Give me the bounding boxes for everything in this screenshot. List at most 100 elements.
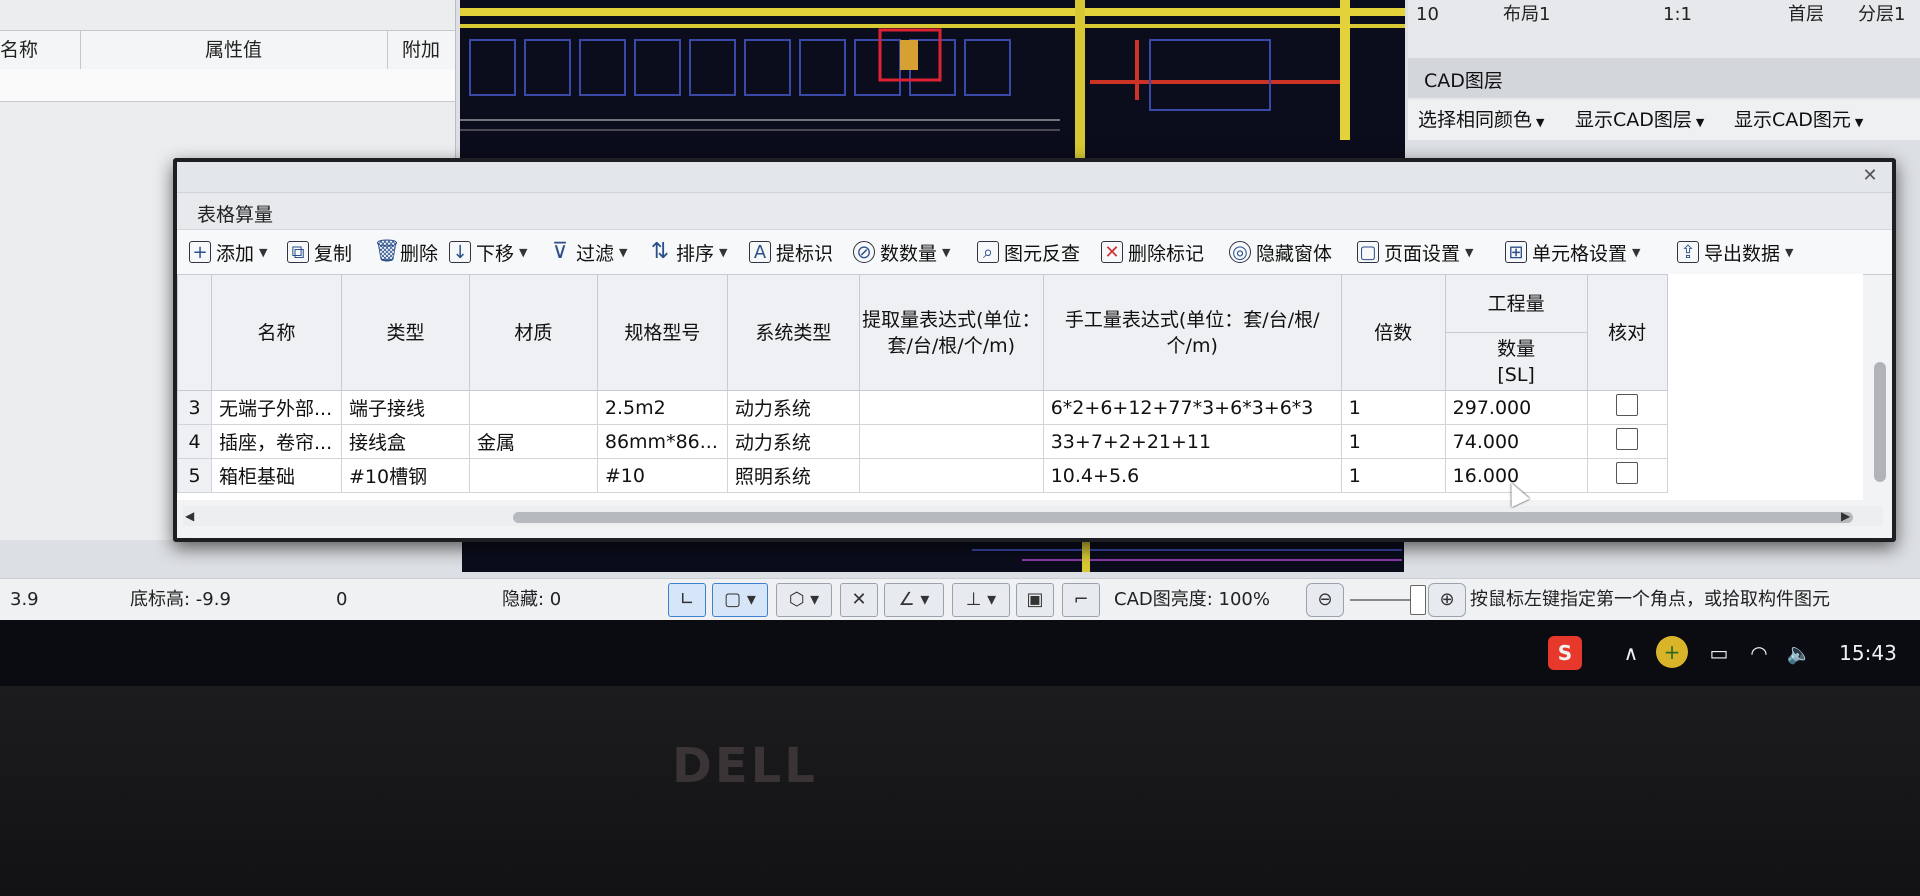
scroll-right-arrow-icon[interactable]: ▶ [1841,509,1850,523]
table-grid-icon: ⊞ [1505,241,1527,263]
cell-spec[interactable]: 86mm*86... [596,424,728,459]
wifi-icon[interactable]: ◠ [1742,636,1776,670]
angle-snap-icon[interactable]: ∠ ▾ [884,583,944,617]
cell-material[interactable] [468,390,598,425]
volume-icon[interactable]: 🔈 [1782,636,1816,670]
cell-material[interactable]: 金属 [468,424,598,459]
laptop-bezel: DELL [0,686,1920,896]
show-cad-element-button[interactable]: 显示CAD图元 ▼ [1734,100,1863,140]
table-row[interactable]: 3 无端子外部... 端子接线 2.5m2 动力系统 6*2+6+12+77*3… [177,390,1864,425]
chevron-up-icon[interactable]: ∧ [1616,636,1646,670]
dimension-icon[interactable]: ⊥ ▾ [952,583,1010,617]
battery-icon[interactable]: ▭ [1702,636,1736,670]
col-header-multiplier[interactable]: 倍数 [1340,274,1446,391]
security-tray-icon[interactable]: + [1656,636,1688,668]
empty-cell [1667,425,1863,459]
cell-name[interactable]: 插座，卷帘... [210,424,342,459]
hide-window-button[interactable]: ◎ 隐藏窗体 [1229,236,1332,268]
col-header-extract-expr[interactable]: 提取量表达式(单位：套/台/根/个/m) [858,274,1044,391]
ortho-mode-icon[interactable]: ∟ [668,583,706,617]
cell-material[interactable] [468,458,598,493]
layer-display-icon[interactable]: ▣ [1016,583,1054,617]
cell-manual-expr[interactable]: 6*2+6+12+77*3+6*3+6*3 [1042,390,1342,425]
cell-type[interactable]: #10槽钢 [340,458,470,493]
brightness-slider-handle[interactable] [1410,585,1426,615]
check-checkbox[interactable] [1616,428,1639,450]
table-row[interactable]: 5 箱柜基础 #10槽钢 #10 照明系统 10.4+5.6 1 16.000 [177,458,1864,493]
col-header-system[interactable]: 系统类型 [726,274,860,391]
vertical-scrollbar[interactable] [1874,362,1886,482]
zoom-in-icon[interactable]: ⊕ [1428,583,1466,617]
chevron-down-icon: ▼ [1632,245,1641,259]
selection-mode-icon[interactable]: ▢ ▾ [712,583,768,617]
cell-multiplier[interactable]: 1 [1340,390,1446,425]
horizontal-scrollbar-thumb[interactable] [513,512,1853,523]
show-cad-layer-button[interactable]: 显示CAD图层 ▼ [1575,100,1704,140]
chevron-down-icon: ▼ [1785,245,1794,259]
col-header-type[interactable]: 类型 [340,274,470,391]
select-same-color-label: 选择相同颜色 [1418,109,1533,131]
cell-name[interactable]: 无端子外部... [210,390,342,425]
page-setup-button[interactable]: ▢ 页面设置 ▼ [1357,236,1473,268]
filter-label: 过滤 [576,242,615,265]
cell-system[interactable]: 动力系统 [726,390,860,425]
cross-snap-icon[interactable]: ✕ [840,583,878,617]
scroll-left-arrow-icon[interactable]: ◀ [185,509,194,523]
copy-button[interactable]: ⧉ 复制 [287,236,352,268]
sort-icon: ⇅ [650,239,670,264]
select-same-color-button[interactable]: 选择相同颜色 ▼ [1418,100,1544,140]
cell-spec[interactable]: #10 [596,458,728,493]
cell-check [1586,390,1668,425]
cell-system[interactable]: 动力系统 [726,424,860,459]
clock-time[interactable]: 15:43 [1832,636,1904,670]
move-down-button[interactable]: ↓ 下移 ▼ [449,236,527,268]
col-header-quantity[interactable]: 数量 [SL] [1444,332,1588,391]
extract-mark-button[interactable]: A 提标识 [749,236,833,268]
prop-col-name: 名称 [0,31,81,69]
cell-multiplier[interactable]: 1 [1340,424,1446,459]
count-button[interactable]: ⊘ 数数量 ▼ [853,236,950,268]
sogou-input-icon[interactable]: S [1548,636,1582,670]
copy-label: 复制 [314,242,353,265]
delete-button[interactable]: 🗑 删除 [373,236,438,268]
check-checkbox[interactable] [1616,462,1639,484]
show-cad-layer-label: 显示CAD图层 [1575,109,1692,131]
col-header-manual-expr[interactable]: 手工量表达式(单位：套/台/根/个/m) [1042,274,1342,391]
dialog-title-bar[interactable]: ✕ [177,162,1892,192]
cell-extract-expr[interactable] [858,390,1044,425]
trace-icon[interactable]: ⌐ [1062,583,1100,617]
col-header-name[interactable]: 名称 [210,274,342,391]
chevron-down-icon: ▼ [1465,245,1474,259]
filter-button[interactable]: ⊽ 过滤 ▼ [549,236,628,268]
cell-name[interactable]: 箱柜基础 [210,458,342,493]
cell-quantity[interactable]: 74.000 [1444,424,1588,459]
cell-manual-expr[interactable]: 33+7+2+21+11 [1042,424,1342,459]
col-header-material[interactable]: 材质 [468,274,598,391]
col-header-check[interactable]: 核对 [1586,274,1668,391]
cell-type[interactable]: 接线盒 [340,424,470,459]
status-zero-value: 0 [336,589,348,610]
cell-spec[interactable]: 2.5m2 [596,390,728,425]
zoom-out-icon[interactable]: ⊖ [1306,583,1344,617]
cell-manual-expr[interactable]: 10.4+5.6 [1042,458,1342,493]
delete-mark-button[interactable]: ✕ 删除标记 [1101,236,1204,268]
close-icon[interactable]: ✕ [1858,164,1882,188]
cell-quantity[interactable]: 297.000 [1444,390,1588,425]
table-row[interactable]: 4 插座，卷帘... 接线盒 金属 86mm*86... 动力系统 33+7+2… [177,424,1864,459]
cell-system[interactable]: 照明系统 [726,458,860,493]
cell-extract-expr[interactable] [858,424,1044,459]
3d-view-icon[interactable]: ⬡ ▾ [776,583,832,617]
export-data-button[interactable]: ⇪ 导出数据 ▼ [1677,236,1793,268]
property-row[interactable] [0,69,455,102]
col-header-spec[interactable]: 规格型号 [596,274,728,391]
export-icon: ⇪ [1677,241,1699,263]
cad-drawing-view[interactable] [460,0,1405,160]
cell-multiplier[interactable]: 1 [1340,458,1446,493]
check-checkbox[interactable] [1616,394,1639,416]
sort-button[interactable]: ⇅ 排序 ▼ [649,236,728,268]
cell-extract-expr[interactable] [858,458,1044,493]
add-button[interactable]: + 添加 ▼ [189,236,267,268]
cell-type[interactable]: 端子接线 [340,390,470,425]
element-reverse-check-button[interactable]: ⌕ 图元反查 [977,236,1080,268]
cell-setup-button[interactable]: ⊞ 单元格设置 ▼ [1505,236,1640,268]
